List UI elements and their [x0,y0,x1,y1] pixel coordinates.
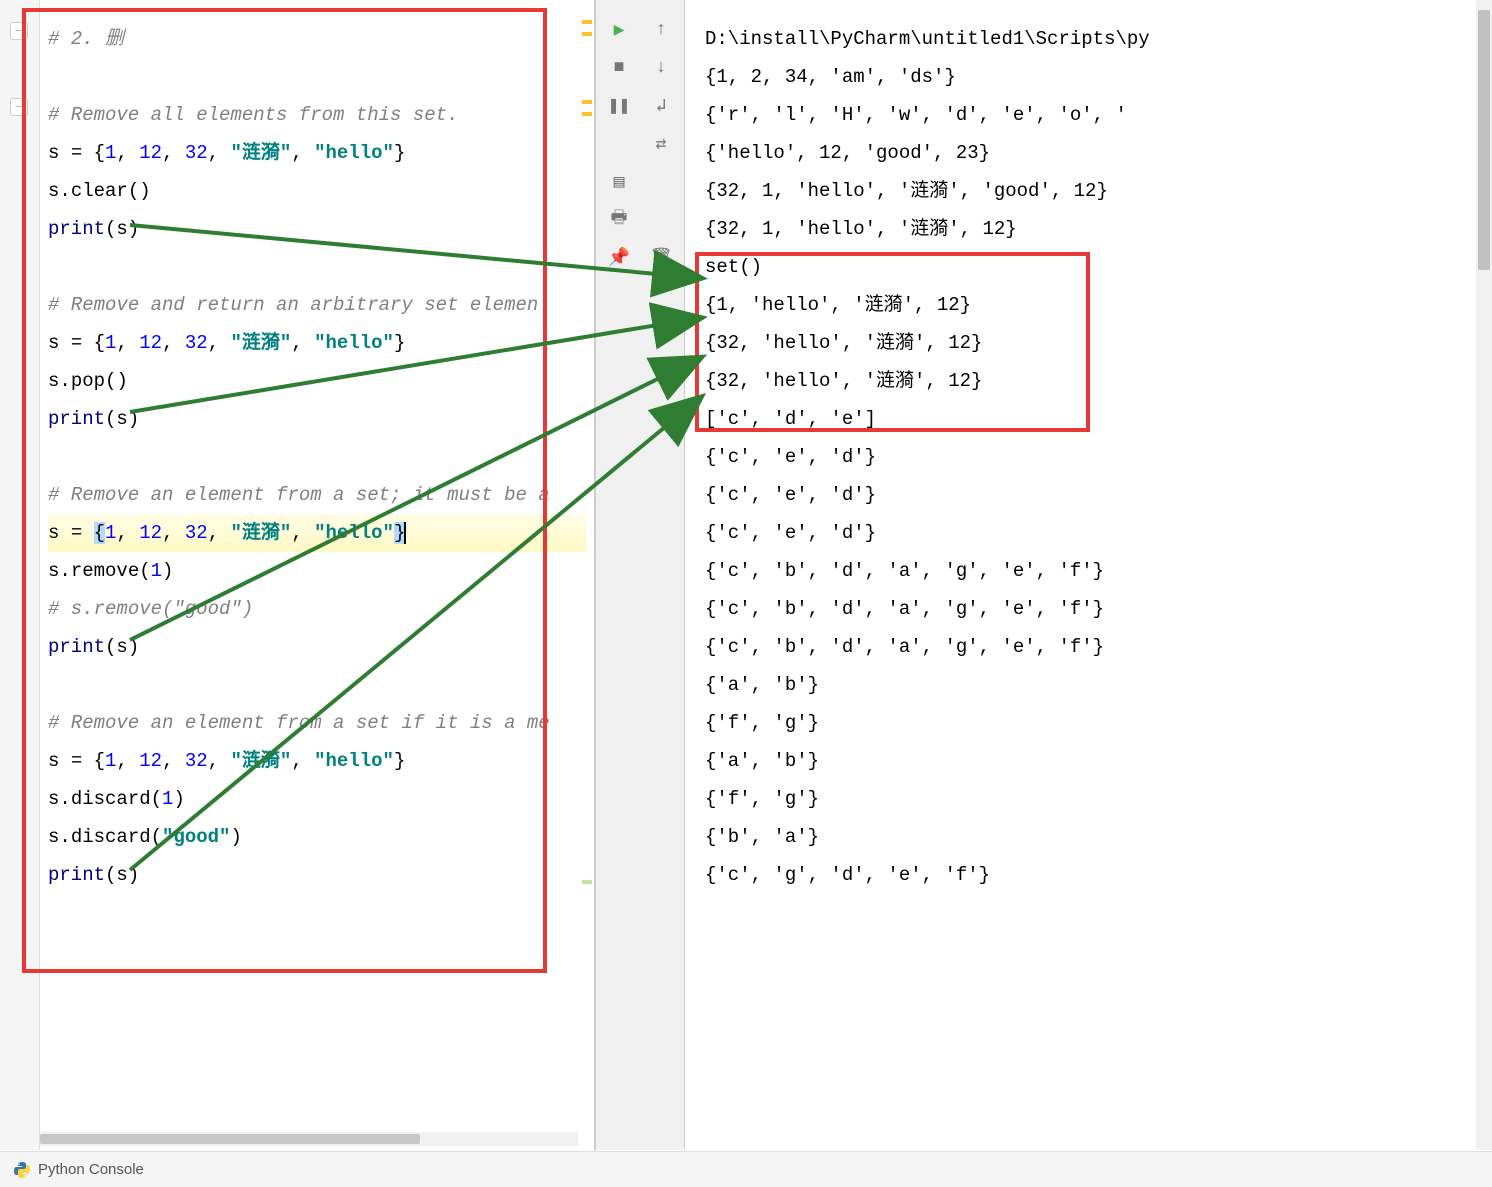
code-line[interactable]: print(s) [48,210,586,248]
output-line: {32, 'hello', '涟漪', 12} [705,362,1492,400]
bottom-bar: Python Console [0,1151,1492,1187]
trash-button[interactable]: 🗑 [649,246,673,270]
editor-gutter: − − [0,0,40,1150]
code-line[interactable]: print(s) [48,856,586,894]
code-line[interactable]: # Remove an element from a set; it must … [48,476,586,514]
output-line: {'a', 'b'} [705,666,1492,704]
warning-marker[interactable] [582,100,592,104]
code-line[interactable]: # Remove all elements from this set. [48,96,586,134]
output-line: ['c', 'd', 'e'] [705,400,1492,438]
code-line[interactable]: s.remove(1) [48,552,586,590]
output-line: {'hello', 12, 'good', 23} [705,134,1492,172]
marker-strip [580,0,592,1150]
output-line: {'c', 'g', 'd', 'e', 'f'} [705,856,1492,894]
fold-icon[interactable]: − [10,22,28,40]
pause-button[interactable]: ❚❚ [607,94,631,118]
output-line: {1, 'hello', '涟漪', 12} [705,286,1492,324]
code-line[interactable] [48,248,586,286]
code-line[interactable] [48,666,586,704]
output-line: {32, 1, 'hello', '涟漪', 'good', 12} [705,172,1492,210]
code-line[interactable]: s.pop() [48,362,586,400]
code-line[interactable]: s.clear() [48,172,586,210]
run-button[interactable]: ▶ [607,18,631,42]
output-line: {32, 1, 'hello', '涟漪', 12} [705,210,1492,248]
output-line: {'a', 'b'} [705,742,1492,780]
down-button[interactable]: ↓ [649,56,673,80]
code-area[interactable]: # 2. 删 # Remove all elements from this s… [48,20,586,894]
editor-pane: − − # 2. 删 # Remove all elements from th… [0,0,595,1150]
code-line[interactable]: # 2. 删 [48,20,586,58]
code-line[interactable] [48,438,586,476]
output-scrollbar[interactable] [1476,0,1492,1150]
editor-horizontal-scrollbar[interactable] [40,1132,578,1146]
ide-container: − − # 2. 删 # Remove all elements from th… [0,0,1492,1150]
output-line: {'c', 'e', 'd'} [705,438,1492,476]
output-line: {'c', 'e', 'd'} [705,514,1492,552]
code-line[interactable]: s = {1, 12, 32, "涟漪", "hello"} [48,324,586,362]
stop-button[interactable]: ■ [607,56,631,80]
output-pane[interactable]: D:\install\PyCharm\untitled1\Scripts\py … [685,0,1492,1150]
warning-marker[interactable] [582,32,592,36]
code-line[interactable]: s = {1, 12, 32, "涟漪", "hello"} [48,514,586,552]
code-line[interactable]: print(s) [48,628,586,666]
code-line[interactable]: # Remove and return an arbitrary set ele… [48,286,586,324]
code-line[interactable] [48,58,586,96]
warning-marker[interactable] [582,112,592,116]
scrollbar-thumb[interactable] [40,1134,420,1144]
output-line: {'b', 'a'} [705,818,1492,856]
bottom-bar-label[interactable]: Python Console [38,1161,144,1178]
code-line[interactable]: s = {1, 12, 32, "涟漪", "hello"} [48,742,586,780]
output-line: {'c', 'b', 'd', 'a', 'g', 'e', 'f'} [705,628,1492,666]
output-line: {'f', 'g'} [705,780,1492,818]
scrollbar-thumb[interactable] [1478,10,1490,270]
stepover-button[interactable]: ⇄ [649,132,673,156]
output-line: {'r', 'l', 'H', 'w', 'd', 'e', 'o', ' [705,96,1492,134]
output-line: {32, 'hello', '涟漪', 12} [705,324,1492,362]
output-line: {1, 2, 34, 'am', 'ds'} [705,58,1492,96]
wrap-button[interactable]: ↲ [649,94,673,118]
up-button[interactable]: ↑ [649,18,673,42]
output-line: {'f', 'g'} [705,704,1492,742]
code-line[interactable]: s = {1, 12, 32, "涟漪", "hello"} [48,134,586,172]
output-line: {'c', 'b', 'd', 'a', 'g', 'e', 'f'} [705,552,1492,590]
output-line: {'c', 'b', 'd', 'a', 'g', 'e', 'f'} [705,590,1492,628]
layout-button[interactable]: ▤ [607,170,631,194]
code-line[interactable]: # Remove an element from a set if it is … [48,704,586,742]
run-toolbar: ▶ ↑ ■ ↓ ❚❚ ↲ ⇄ ▤ 🖶 📌 🗑 [595,0,685,1150]
info-marker[interactable] [582,880,592,884]
code-line[interactable]: s.discard("good") [48,818,586,856]
pin-button[interactable]: 📌 [607,246,631,270]
code-line[interactable]: s.discard(1) [48,780,586,818]
python-icon [14,1162,30,1178]
output-line: {'c', 'e', 'd'} [705,476,1492,514]
output-line: set() [705,248,1492,286]
code-line[interactable]: # s.remove("good") [48,590,586,628]
code-line[interactable]: print(s) [48,400,586,438]
fold-icon[interactable]: − [10,98,28,116]
output-path: D:\install\PyCharm\untitled1\Scripts\py [705,20,1492,58]
warning-marker[interactable] [582,20,592,24]
print-button[interactable]: 🖶 [607,208,631,232]
